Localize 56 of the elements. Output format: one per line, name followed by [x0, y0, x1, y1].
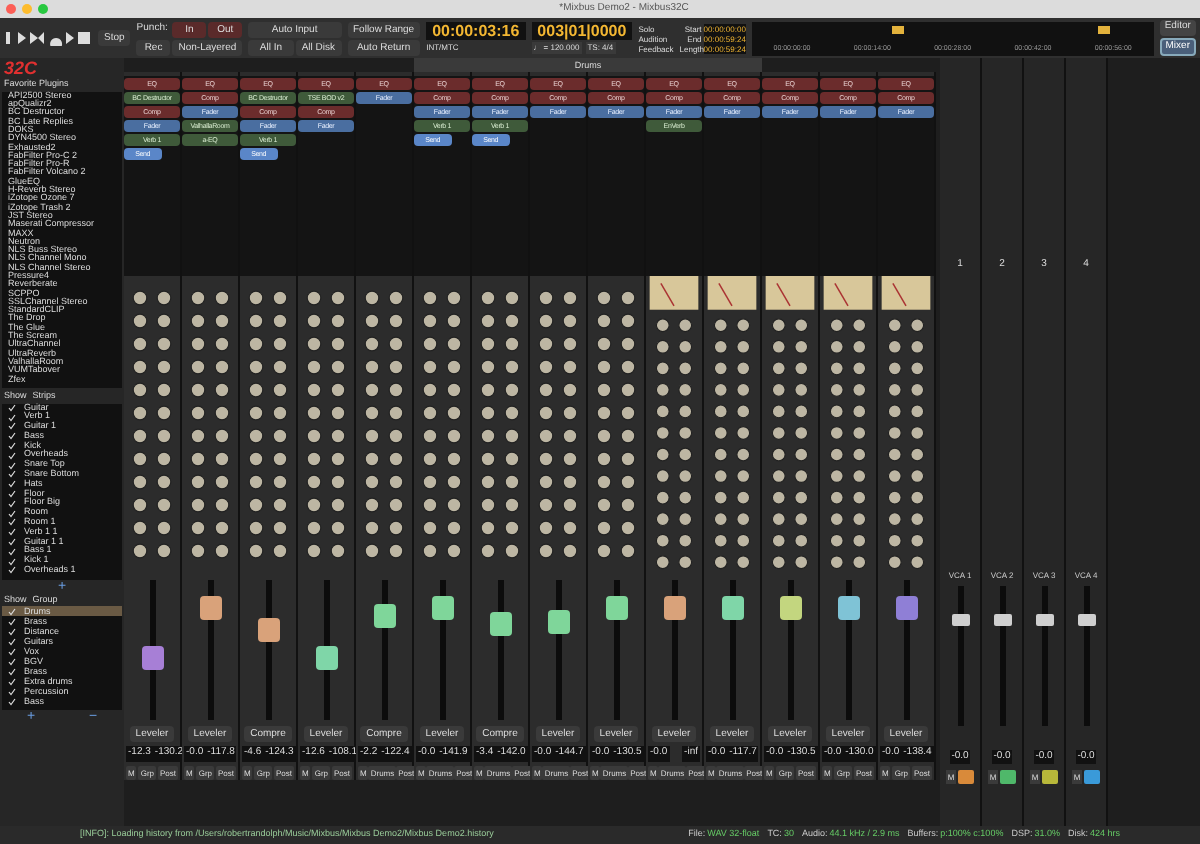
show-checkbox[interactable]: [8, 480, 16, 489]
vca-fader-cap[interactable]: [993, 614, 1011, 626]
show-checkbox[interactable]: [8, 509, 16, 518]
show-checkbox[interactable]: [8, 647, 16, 656]
show-checkbox[interactable]: [8, 627, 16, 636]
show-checkbox[interactable]: [8, 432, 16, 441]
transport-icons[interactable]: [4, 30, 92, 46]
show-checkbox[interactable]: [8, 557, 16, 566]
bbt-clock[interactable]: 003|01|0000: [531, 22, 633, 40]
show-checkbox[interactable]: [8, 607, 16, 616]
app-logo: 32C: [2, 58, 40, 78]
show-checkbox[interactable]: [8, 566, 16, 575]
vca-fader-cap[interactable]: [1035, 614, 1053, 626]
show-checkbox[interactable]: [8, 461, 16, 470]
show-checkbox[interactable]: [8, 499, 16, 508]
show-checkbox[interactable]: [8, 528, 16, 537]
show-checkbox[interactable]: [8, 518, 16, 527]
show-checkbox[interactable]: [8, 451, 16, 460]
fader-cap[interactable]: [257, 617, 279, 641]
show-checkbox[interactable]: [8, 403, 16, 412]
show-checkbox[interactable]: [8, 470, 16, 479]
fader-cap[interactable]: [315, 645, 337, 669]
vca-color-button[interactable]: [1084, 770, 1101, 784]
show-checkbox[interactable]: [8, 677, 16, 686]
start-marker: [892, 25, 905, 33]
show-checkbox[interactable]: [8, 490, 16, 499]
vca-fader-cap[interactable]: [951, 614, 969, 626]
show-checkbox[interactable]: [8, 442, 16, 451]
fader-cap[interactable]: [895, 596, 917, 620]
vca-color-button[interactable]: [958, 770, 975, 784]
fader-cap[interactable]: [663, 596, 685, 620]
end-marker: [1097, 25, 1110, 33]
fader-cap[interactable]: [373, 603, 395, 627]
fader-cap[interactable]: [837, 596, 859, 620]
vca-color-button[interactable]: [1000, 770, 1017, 784]
show-checkbox[interactable]: [8, 667, 16, 676]
vca-fader-cap[interactable]: [1077, 614, 1095, 626]
show-checkbox[interactable]: [8, 547, 16, 556]
show-checkbox[interactable]: [8, 617, 16, 626]
show-checkbox[interactable]: [8, 413, 16, 422]
fader-cap[interactable]: [199, 596, 221, 620]
show-checkbox[interactable]: [8, 687, 16, 696]
fader-cap[interactable]: [721, 596, 743, 620]
show-checkbox[interactable]: [8, 657, 16, 666]
fader-cap[interactable]: [605, 596, 627, 620]
fader-cap[interactable]: [141, 645, 163, 669]
fader-cap[interactable]: [489, 612, 511, 637]
show-checkbox[interactable]: [8, 637, 16, 646]
show-checkbox[interactable]: [8, 422, 16, 431]
primary-clock[interactable]: 00:00:03:16: [426, 22, 526, 40]
vca-color-button[interactable]: [1042, 770, 1059, 784]
show-checkbox[interactable]: [8, 538, 16, 547]
fader-cap[interactable]: [547, 610, 569, 634]
show-checkbox[interactable]: [8, 697, 16, 706]
fader-cap[interactable]: [431, 596, 453, 620]
fader-cap[interactable]: [779, 596, 801, 620]
